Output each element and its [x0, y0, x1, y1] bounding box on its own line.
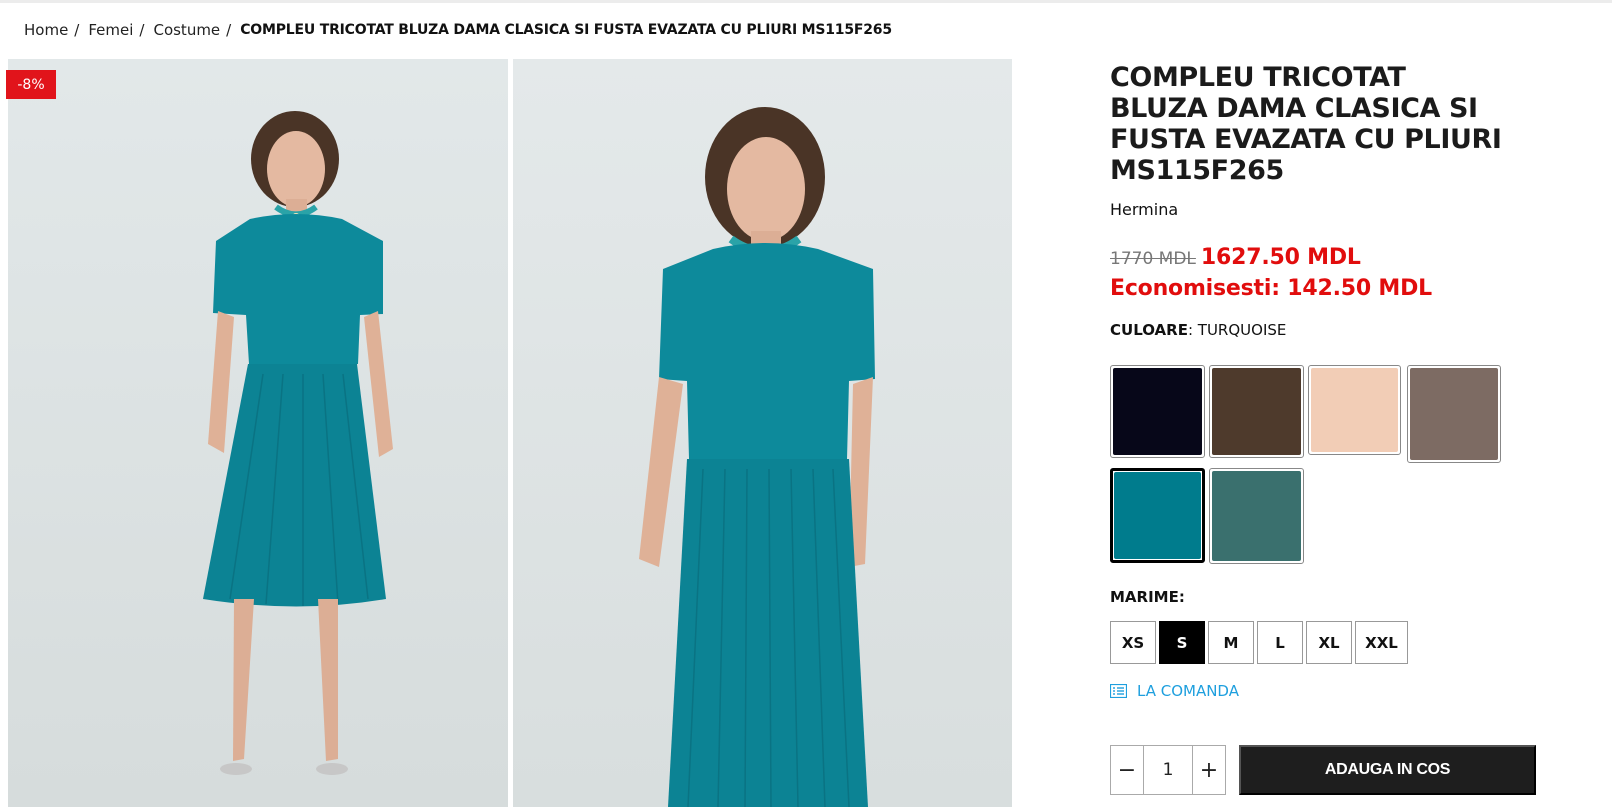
product-info: COMPLEU TRICOTAT BLUZA DAMA CLASICA SI F… [1110, 62, 1550, 339]
size-label: MARIME [1110, 588, 1179, 606]
quantity-stepper: − 1 + [1110, 745, 1226, 795]
new-price: 1627.50 MDL [1200, 245, 1361, 270]
size-xl[interactable]: XL [1306, 621, 1352, 664]
breadcrumb-home[interactable]: Home [24, 21, 68, 39]
header-divider [0, 0, 1612, 3]
product-image-1[interactable] [8, 59, 508, 807]
product-photo-closeup [513, 59, 1012, 807]
product-photo-front [8, 59, 508, 807]
swatch-navy[interactable] [1110, 365, 1205, 458]
swatch-brown[interactable] [1209, 365, 1304, 458]
size-xs[interactable]: XS [1110, 621, 1156, 664]
price-block: 1770 MDL 1627.50 MDL [1110, 245, 1550, 270]
product-title: COMPLEU TRICOTAT BLUZA DAMA CLASICA SI F… [1110, 62, 1502, 186]
breadcrumb-costume[interactable]: Costume [153, 21, 220, 39]
swatch-teal-green[interactable] [1209, 468, 1304, 564]
list-icon [1110, 684, 1127, 698]
swatch-beige-fill [1311, 368, 1398, 452]
size-label-row: MARIME: [1110, 588, 1185, 606]
order-on-request-label: LA COMANDA [1137, 682, 1239, 700]
size-m[interactable]: M [1208, 621, 1254, 664]
breadcrumb-current: COMPLEU TRICOTAT BLUZA DAMA CLASICA SI F… [240, 22, 892, 38]
breadcrumb-separator: / [139, 21, 145, 39]
swatch-brown-fill [1212, 368, 1301, 455]
product-image-2[interactable] [513, 59, 1012, 807]
swatch-turquoise-fill [1114, 472, 1201, 559]
discount-badge: -8% [6, 70, 56, 99]
order-on-request-link[interactable]: LA COMANDA [1110, 682, 1239, 700]
add-to-cart-button[interactable]: ADAUGA IN COS [1239, 745, 1536, 795]
breadcrumb: Home / Femei / Costume / COMPLEU TRICOTAT B… [24, 19, 892, 41]
swatch-teal-green-fill [1212, 471, 1301, 561]
quantity-decrease-button[interactable]: − [1111, 746, 1143, 794]
savings-text: Economisesti: 142.50 MDL [1110, 276, 1432, 301]
old-price: 1770 MDL [1110, 249, 1196, 269]
size-l[interactable]: L [1257, 621, 1303, 664]
color-swatches [1110, 365, 1510, 565]
swatch-taupe[interactable] [1407, 365, 1501, 463]
color-value: : TURQUOISE [1187, 321, 1287, 339]
swatch-turquoise[interactable] [1110, 468, 1205, 563]
color-label-row: CULOARE: TURQUOISE [1110, 321, 1550, 339]
size-xxl[interactable]: XXL [1355, 621, 1408, 664]
quantity-input[interactable]: 1 [1143, 746, 1193, 794]
breadcrumb-femei[interactable]: Femei [88, 21, 133, 39]
product-brand[interactable]: Hermina [1110, 200, 1550, 219]
size-options: XS S M L XL XXL [1110, 621, 1411, 664]
size-s[interactable]: S [1159, 621, 1205, 664]
quantity-increase-button[interactable]: + [1193, 746, 1225, 794]
swatch-taupe-fill [1410, 368, 1498, 460]
color-label: CULOARE [1110, 321, 1188, 339]
breadcrumb-separator: / [74, 21, 80, 39]
size-label-colon: : [1178, 588, 1185, 606]
breadcrumb-separator: / [226, 21, 232, 39]
swatch-beige[interactable] [1308, 365, 1401, 455]
swatch-navy-fill [1113, 368, 1202, 455]
